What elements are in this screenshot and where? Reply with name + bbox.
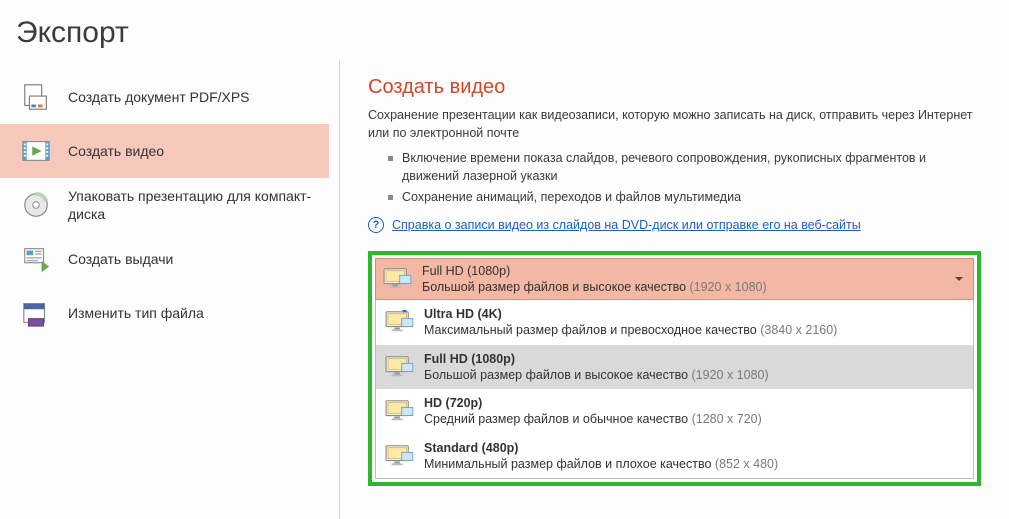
main-heading: Создать видео — [368, 76, 981, 99]
help-row: ? Справка о записи видео из слайдов на D… — [368, 217, 981, 233]
main-panel: Создать видео Сохранение презентации как… — [340, 60, 1009, 519]
quality-option[interactable]: Ultra HD (4K) Максимальный размер файлов… — [376, 300, 973, 345]
quality-option[interactable]: Standard (480p) Минимальный размер файло… — [376, 434, 973, 479]
handouts-icon — [20, 243, 52, 275]
sidebar-item-label: Упаковать презентацию для компакт-диска — [68, 187, 319, 223]
option-title: Ultra HD (4K) — [424, 306, 837, 322]
option-desc: Максимальный размер файлов и превосходно… — [424, 322, 837, 338]
sidebar-item-label: Создать видео — [68, 142, 164, 160]
option-title: Standard (480p) — [424, 440, 778, 456]
change-file-type-icon — [20, 297, 52, 329]
quality-option[interactable]: Full HD (1080p) Большой размер файлов и … — [376, 345, 973, 390]
main-intro: Сохранение презентации как видеозаписи, … — [368, 107, 981, 142]
quality-dropdown-selected[interactable]: Full HD (1080p) Большой размер файлов и … — [375, 258, 974, 301]
feature-bullets: Включение времени показа слайдов, речево… — [368, 148, 981, 209]
sidebar-item-package-cd[interactable]: Упаковать презентацию для компакт-диска — [0, 178, 329, 232]
quality-dropdown-list: Ultra HD (4K) Максимальный размер файлов… — [375, 300, 974, 479]
option-title: HD (720p) — [424, 395, 762, 411]
option-desc: Средний размер файлов и обычное качество… — [424, 411, 762, 427]
pdf-xps-icon — [20, 81, 52, 113]
help-icon: ? — [368, 217, 384, 233]
cd-icon — [20, 189, 52, 221]
selected-desc: Большой размер файлов и высокое качество… — [422, 279, 767, 295]
export-sidebar: Создать документ PDF/XPS Создать видео — [0, 60, 340, 519]
monitor-icon — [384, 399, 414, 423]
option-text: HD (720p) Средний размер файлов и обычно… — [424, 395, 762, 428]
dropdown-caret-icon — [955, 277, 963, 281]
option-text: Full HD (1080p) Большой размер файлов и … — [424, 351, 769, 384]
sidebar-item-label: Создать документ PDF/XPS — [68, 88, 250, 106]
sidebar-item-change-file-type[interactable]: Изменить тип файла — [0, 286, 329, 340]
video-icon — [20, 135, 52, 167]
feature-bullet: Включение времени показа слайдов, речево… — [388, 148, 981, 187]
monitor-icon — [384, 310, 414, 334]
selected-title: Full HD (1080p) — [422, 263, 767, 279]
monitor-icon — [384, 355, 414, 379]
sidebar-item-pdf-xps[interactable]: Создать документ PDF/XPS — [0, 70, 329, 124]
sidebar-item-create-video[interactable]: Создать видео — [0, 124, 329, 178]
option-text: Standard (480p) Минимальный размер файло… — [424, 440, 778, 473]
quality-option[interactable]: HD (720p) Средний размер файлов и обычно… — [376, 389, 973, 434]
option-text: Ultra HD (4K) Максимальный размер файлов… — [424, 306, 837, 339]
quality-selector-highlight: Full HD (1080p) Большой размер файлов и … — [368, 251, 981, 487]
sidebar-item-handouts[interactable]: Создать выдачи — [0, 232, 329, 286]
content-area: Создать документ PDF/XPS Создать видео — [0, 60, 1009, 519]
page-title: Экспорт — [0, 0, 1009, 60]
monitor-icon — [384, 444, 414, 468]
sidebar-item-label: Создать выдачи — [68, 250, 173, 268]
selected-option-text: Full HD (1080p) Большой размер файлов и … — [422, 263, 767, 296]
option-desc: Большой размер файлов и высокое качество… — [424, 367, 769, 383]
sidebar-item-label: Изменить тип файла — [68, 304, 204, 322]
feature-bullet: Сохранение анимаций, переходов и файлов … — [388, 187, 981, 209]
option-desc: Минимальный размер файлов и плохое качес… — [424, 456, 778, 472]
monitor-icon — [382, 267, 412, 291]
option-title: Full HD (1080p) — [424, 351, 769, 367]
help-link[interactable]: Справка о записи видео из слайдов на DVD… — [392, 218, 861, 232]
